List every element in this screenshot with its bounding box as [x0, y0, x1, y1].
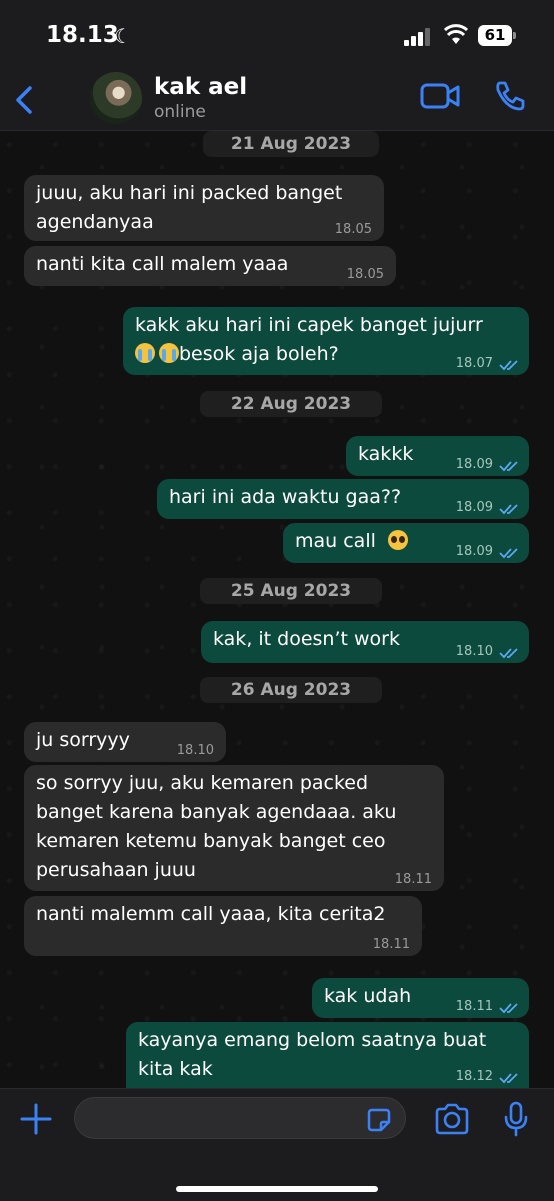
message-time: 18.11	[372, 937, 410, 952]
message-text: perusahaan juuu	[36, 859, 196, 881]
message-time: 18.09	[455, 457, 493, 472]
date-separator: 21 Aug 2023	[203, 131, 379, 157]
loudly-crying-emoji-icon	[135, 343, 155, 363]
double-check-icon	[499, 360, 518, 371]
message-text: kayanya emang belom saatnya buat	[138, 1029, 487, 1051]
message-time: 18.12	[455, 1069, 493, 1084]
cellular-signal-icon	[404, 28, 432, 46]
contact-name[interactable]: kak ael	[154, 74, 247, 100]
message-time: 18.11	[394, 872, 432, 887]
double-check-icon	[499, 548, 518, 559]
chat-area[interactable]: 21 Aug 2023 juuu, aku hari ini packed ba…	[0, 131, 554, 1088]
message-time: 18.09	[455, 500, 493, 515]
message-bubble-incoming[interactable]: juuu, aku hari ini packed banget agendan…	[24, 175, 384, 241]
message-text: kak udah	[324, 985, 412, 1007]
message-bubble-outgoing[interactable]: hari ini ada waktu gaa?? 18.09	[157, 479, 529, 519]
message-text: nanti kita call malem yaaa	[36, 253, 289, 275]
message-text: nanti malemm call yaaa, kita cerita2	[36, 903, 386, 925]
message-bubble-outgoing[interactable]: kakk aku hari ini capek banget jujurr be…	[123, 307, 529, 375]
double-check-icon	[499, 504, 518, 515]
status-time: 18.13	[46, 22, 119, 48]
message-time: 18.05	[346, 267, 384, 282]
date-separator: 26 Aug 2023	[200, 677, 382, 703]
message-text: kakkk	[358, 443, 414, 465]
date-separator: 22 Aug 2023	[200, 391, 382, 417]
message-bubble-outgoing[interactable]: kayanya emang belom saatnya buat kita ka…	[126, 1022, 529, 1088]
message-text: juuu, aku hari ini packed banget	[36, 182, 343, 204]
message-text: hari ini ada waktu gaa??	[169, 486, 402, 508]
message-bubble-incoming[interactable]: ju sorryyy 18.10	[24, 722, 226, 762]
message-time: 18.07	[455, 356, 493, 371]
phone-call-icon[interactable]	[494, 80, 526, 112]
moon-icon: ☾	[114, 24, 132, 48]
message-text: besok aja boleh?	[179, 343, 339, 365]
plus-icon[interactable]	[20, 1103, 52, 1135]
status-bar: 18.13 ☾ 61	[0, 0, 554, 72]
message-text: so sorryy juu, aku kemaren packed	[36, 772, 369, 794]
message-text: banget karena banyak agendaaa. aku	[36, 801, 397, 823]
message-text: agendanyaa	[36, 211, 154, 233]
back-chevron-icon[interactable]	[10, 78, 40, 122]
double-check-icon	[499, 648, 518, 659]
message-text: ju sorryyy	[36, 729, 130, 751]
pleading-face-emoji-icon	[387, 530, 408, 550]
sticker-icon[interactable]	[366, 1107, 392, 1133]
message-bubble-outgoing[interactable]: mau call 18.09	[283, 523, 529, 563]
message-bubble-outgoing[interactable]: kak, it doesn’t work 18.10	[201, 621, 529, 663]
message-time: 18.10	[176, 743, 214, 758]
message-time: 18.05	[334, 222, 372, 237]
double-check-icon	[499, 461, 518, 472]
date-separator: 25 Aug 2023	[200, 578, 382, 604]
camera-icon[interactable]	[434, 1103, 470, 1135]
double-check-icon	[499, 1073, 518, 1084]
wifi-icon	[444, 24, 468, 44]
home-indicator[interactable]	[176, 1186, 378, 1192]
battery-icon: 61	[478, 25, 516, 46]
message-time: 18.09	[455, 544, 493, 559]
loudly-crying-emoji-icon	[159, 343, 179, 363]
avatar[interactable]	[90, 72, 142, 124]
contact-presence: online	[154, 102, 206, 122]
message-text: kak, it doesn’t work	[213, 628, 400, 650]
message-text: kakk aku hari ini capek banget jujurr	[135, 314, 483, 336]
chat-header: kak ael online	[0, 72, 554, 131]
message-text: kemaren ketemu banyak banget ceo	[36, 830, 386, 852]
message-time: 18.11	[455, 999, 493, 1014]
message-bubble-incoming[interactable]: nanti malemm call yaaa, kita cerita2 18.…	[24, 896, 422, 956]
message-bubble-outgoing[interactable]: kak udah 18.11	[312, 978, 529, 1018]
message-input-bar	[0, 1088, 554, 1201]
message-text: mau call	[295, 530, 376, 552]
double-check-icon	[499, 1003, 518, 1014]
microphone-icon[interactable]	[502, 1101, 530, 1137]
message-bubble-incoming[interactable]: so sorryy juu, aku kemaren packed banget…	[24, 765, 444, 891]
message-time: 18.10	[455, 644, 493, 659]
video-call-icon[interactable]	[420, 82, 460, 110]
message-input[interactable]	[74, 1097, 406, 1139]
message-bubble-outgoing[interactable]: kakkk 18.09	[346, 436, 529, 476]
message-bubble-incoming[interactable]: nanti kita call malem yaaa 18.05	[24, 246, 396, 286]
